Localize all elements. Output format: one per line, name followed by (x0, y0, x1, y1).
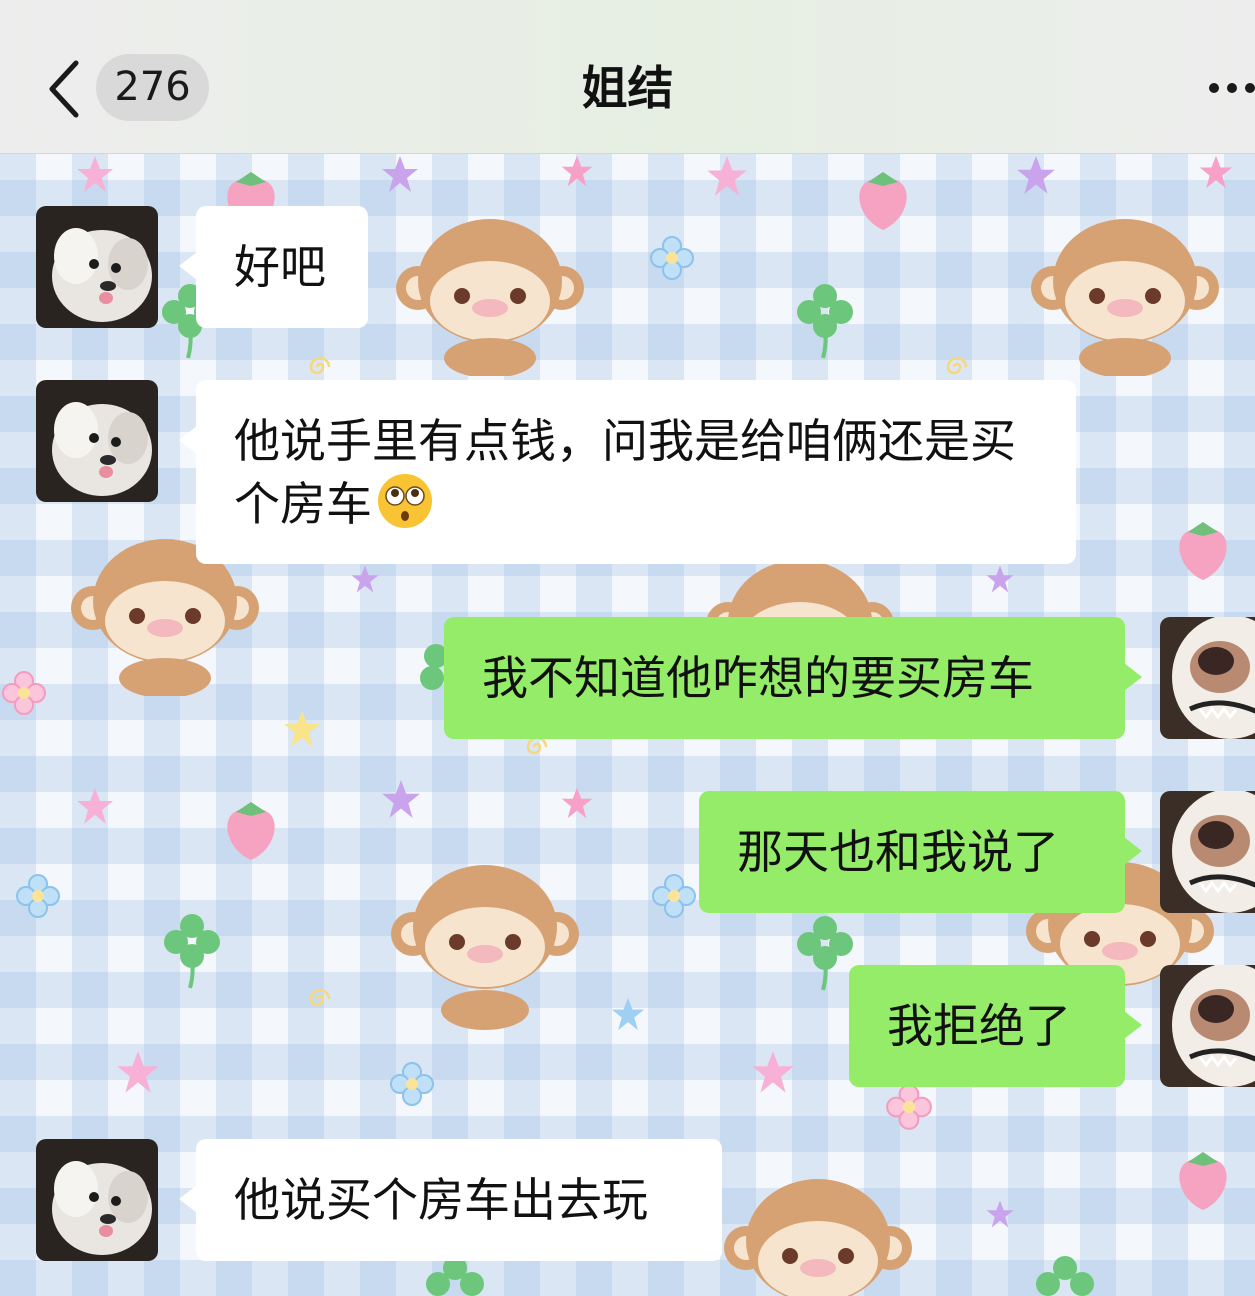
star-icon (986, 1200, 1014, 1228)
message-bubble-incoming[interactable]: 他说手里有点钱，问我是给咱俩还是买个房车 (179, 380, 1076, 564)
chat-header: 276 姐结 (0, 0, 1255, 154)
flower-icon (650, 236, 694, 280)
contact-avatar[interactable] (36, 380, 158, 502)
flushed-face-emoji-icon (378, 474, 432, 528)
clover-icon (797, 284, 853, 359)
flower-icon (16, 874, 60, 918)
my-avatar[interactable] (1160, 965, 1255, 1087)
strawberry-icon (1179, 1152, 1227, 1210)
message-bubble-outgoing[interactable]: 我不知道他咋想的要买房车 (444, 617, 1142, 739)
star-icon (351, 565, 379, 593)
star-icon (382, 156, 418, 192)
puppy-avatar-icon (36, 206, 158, 328)
clover-icon (1036, 1256, 1094, 1296)
message-bubble-incoming[interactable]: 他说买个房车出去玩 (179, 1139, 722, 1261)
star-icon (611, 997, 645, 1031)
clover-icon (797, 916, 853, 991)
more-options-button[interactable] (1200, 68, 1255, 108)
monkey-sticker-icon (724, 1179, 912, 1296)
monkey-sticker-icon (391, 865, 579, 1030)
flower-icon (886, 1084, 932, 1130)
flower-icon (652, 874, 696, 918)
monkey-sticker-icon (396, 219, 584, 376)
strawberry-icon (859, 172, 907, 230)
message-text: 好吧 (234, 240, 326, 294)
dog-face-avatar-icon (1160, 965, 1255, 1087)
message-text: 我拒绝了 (887, 999, 1071, 1053)
contact-avatar[interactable] (36, 1139, 158, 1261)
message-bubble-incoming[interactable]: 好吧 (179, 206, 368, 328)
more-dots-icon (1209, 83, 1255, 93)
star-icon (117, 1051, 159, 1093)
star-icon (707, 156, 747, 196)
message-text: 他说手里有点钱，问我是给咱俩还是买个房车 (234, 414, 1016, 531)
monkey-sticker-icon (1031, 219, 1219, 376)
star-icon (284, 711, 320, 747)
flower-icon (390, 1062, 434, 1106)
star-icon (1017, 156, 1055, 194)
message-bubble-outgoing[interactable]: 我拒绝了 (849, 965, 1142, 1087)
dog-face-avatar-icon (1160, 791, 1255, 913)
star-icon (986, 565, 1014, 593)
star-icon (382, 780, 420, 818)
message-text: 我不知道他咋想的要买房车 (482, 651, 1034, 705)
my-avatar[interactable] (1160, 617, 1255, 739)
message-text: 他说买个房车出去玩 (234, 1173, 648, 1227)
swirl-icon (309, 988, 331, 1007)
swirl-icon (309, 356, 331, 375)
dog-face-avatar-icon (1160, 617, 1255, 739)
flower-icon (2, 671, 46, 715)
message-text: 那天也和我说了 (737, 825, 1059, 879)
star-icon (561, 155, 593, 187)
star-icon (752, 1051, 794, 1093)
unread-count-badge[interactable]: 276 (96, 54, 209, 121)
strawberry-icon (227, 802, 275, 860)
swirl-icon (946, 356, 968, 375)
puppy-avatar-icon (36, 380, 158, 502)
strawberry-icon (1179, 522, 1227, 580)
clover-icon (164, 914, 220, 989)
star-icon (1199, 155, 1233, 189)
star-icon (561, 787, 593, 819)
star-icon (77, 156, 113, 192)
puppy-avatar-icon (36, 1139, 158, 1261)
star-icon (77, 788, 113, 824)
back-button[interactable] (40, 55, 90, 125)
contact-avatar[interactable] (36, 206, 158, 328)
chevron-left-icon (49, 60, 79, 118)
my-avatar[interactable] (1160, 791, 1255, 913)
message-bubble-outgoing[interactable]: 那天也和我说了 (699, 791, 1142, 913)
